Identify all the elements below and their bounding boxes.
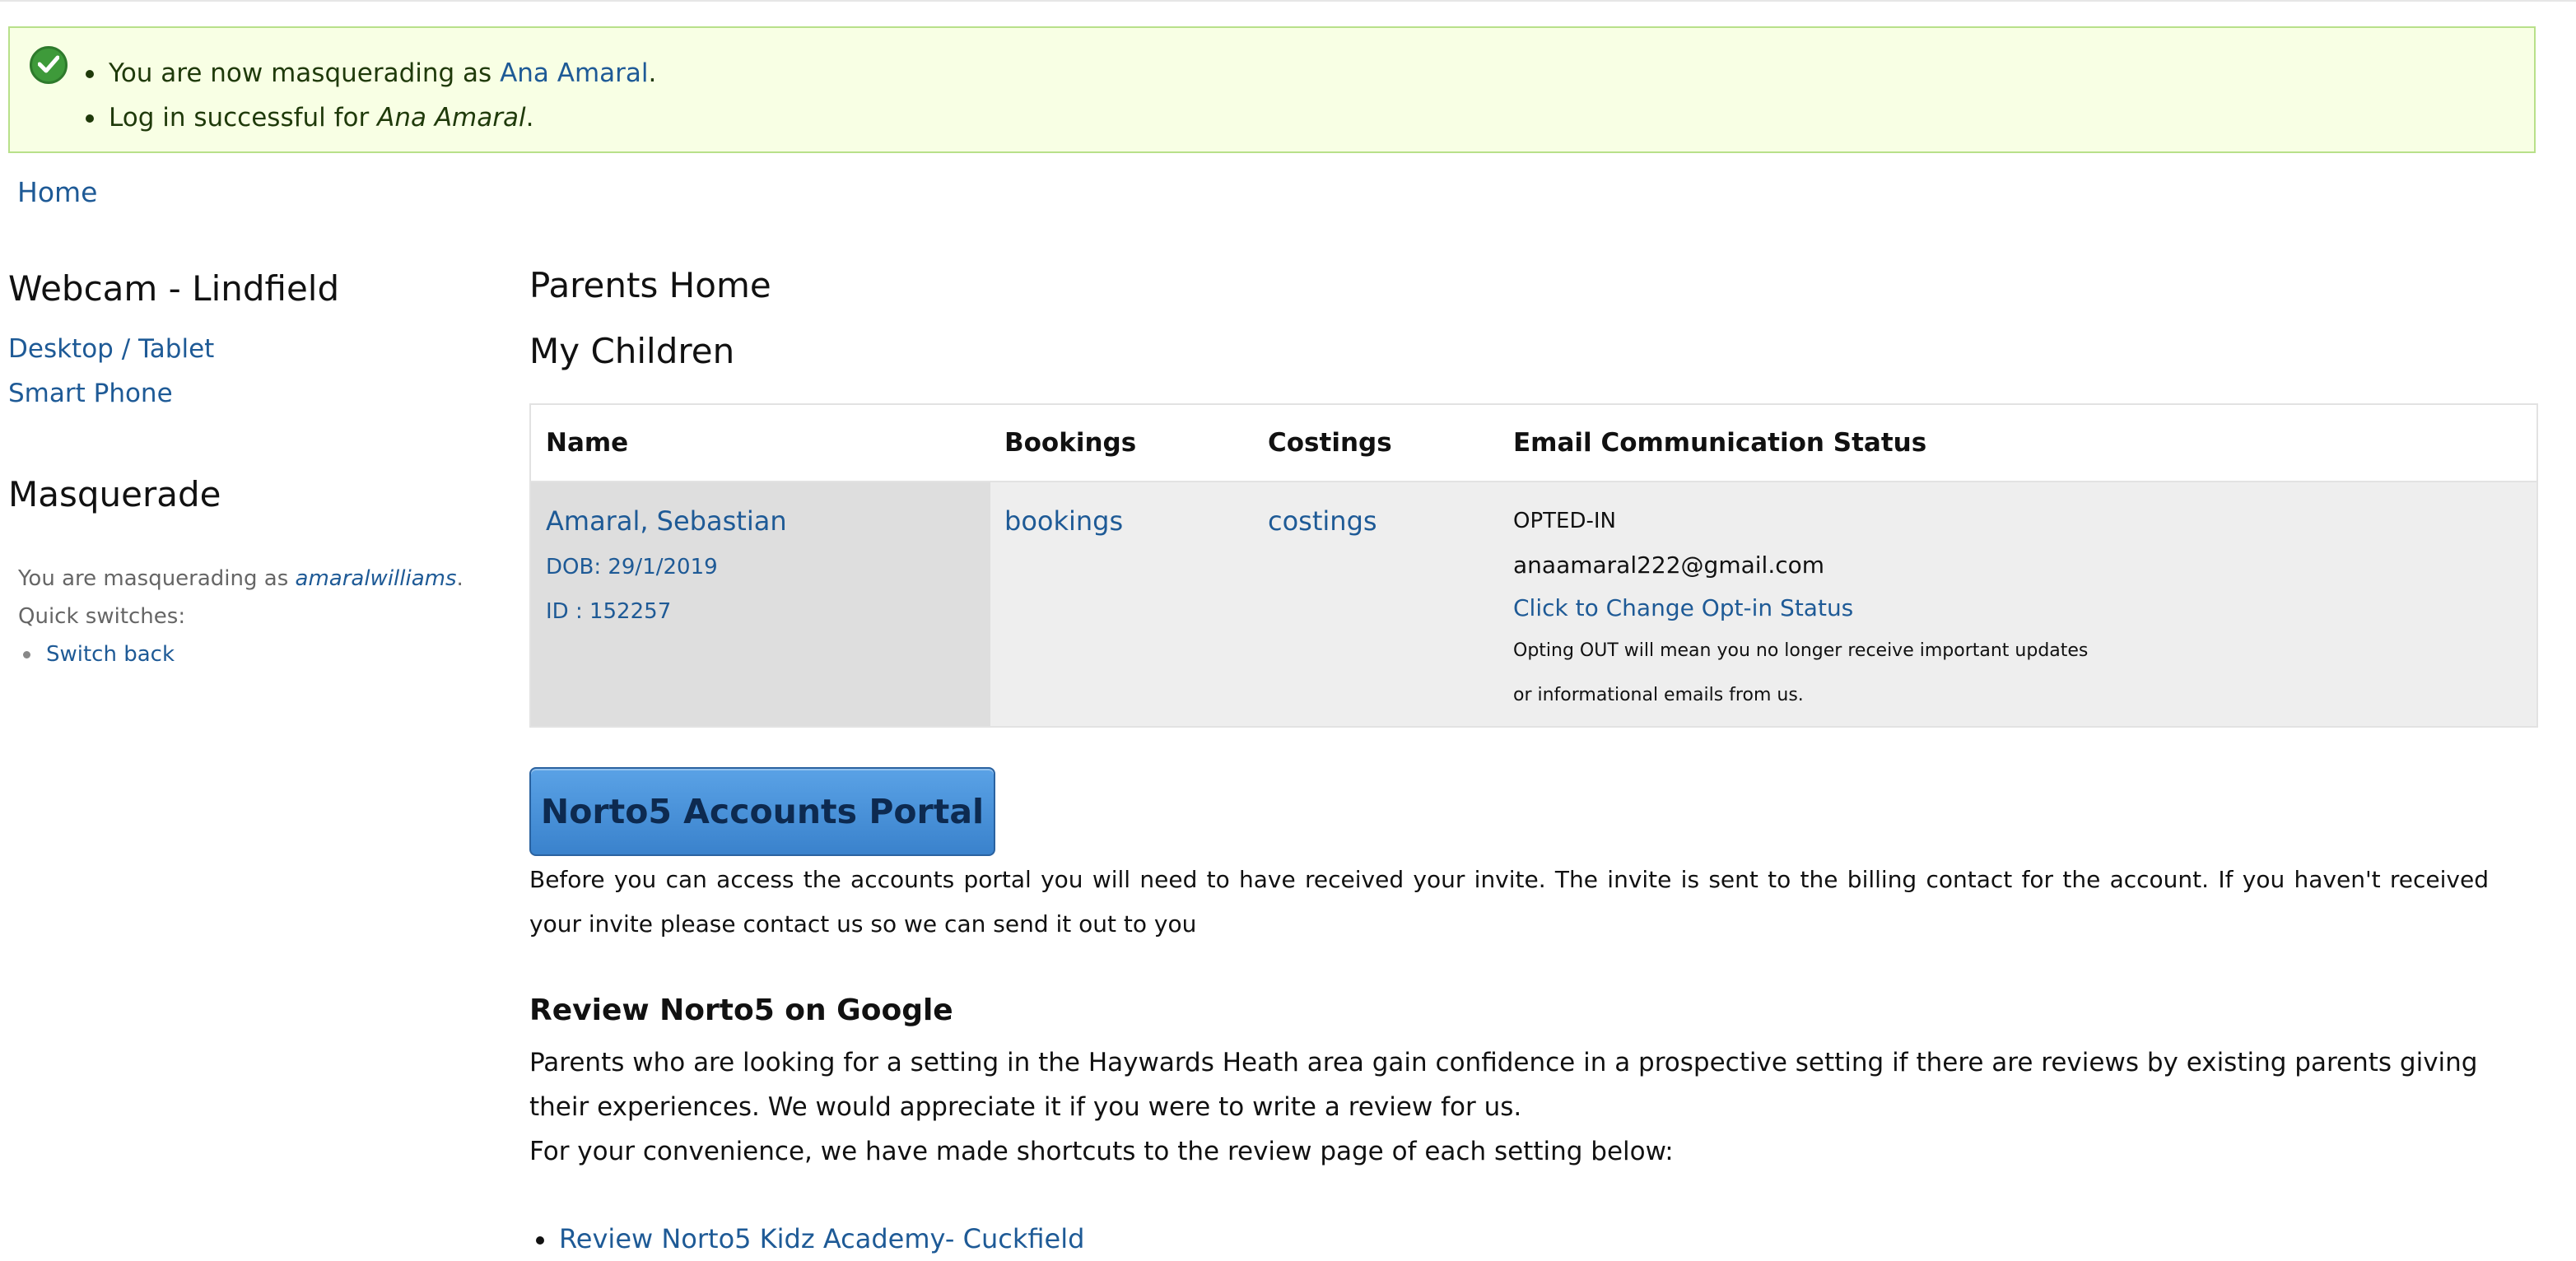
webcam-desktop-link[interactable]: Desktop / Tablet	[8, 334, 214, 364]
masquerade-message: You are now masquerading as Ana Amaral.	[85, 51, 656, 95]
table-row: Amaral, Sebastian DOB: 29/1/2019 ID : 15…	[531, 482, 2536, 726]
quick-switches-label: Quick switches:	[18, 604, 186, 629]
opt-in-status: OPTED-IN	[1513, 509, 1616, 533]
costings-link[interactable]: costings	[1268, 505, 1377, 537]
review-cuckfield-link[interactable]: Review Norto5 Kidz Academy- Cuckfield	[559, 1223, 1084, 1254]
page-title: Parents Home	[529, 265, 771, 305]
portal-info-text: Before you can access the accounts porta…	[529, 866, 2489, 938]
masquerade-account-link[interactable]: amaralwilliams	[296, 566, 457, 591]
webcam-title: Webcam - Lindfield	[8, 268, 340, 309]
header-email-status: Email Communication Status	[1513, 428, 1927, 458]
masquerade-status: You are masquerading as amaralwilliams.	[18, 566, 463, 591]
opt-out-note-line2: or informational emails from us.	[1513, 685, 1804, 705]
review-title: Review Norto5 on Google	[529, 993, 953, 1027]
login-message: Log in successful for Ana Amaral.	[85, 95, 656, 140]
masquerade-block: You are masquerading as amaralwilliams. …	[18, 560, 463, 673]
switch-back-link[interactable]: Switch back	[46, 642, 175, 667]
header-name: Name	[546, 428, 629, 458]
review-shortcuts-text: For your convenience, we have made short…	[529, 1137, 1674, 1166]
quick-switch-list: Switch back	[18, 635, 463, 673]
review-links-list: Review Norto5 Kidz Academy- Cuckfield	[529, 1217, 1084, 1261]
accounts-portal-button[interactable]: Norto5 Accounts Portal	[529, 767, 995, 856]
quick-switch-item: Switch back	[18, 635, 463, 673]
bookings-link[interactable]: bookings	[1004, 505, 1123, 537]
list-item: Review Norto5 Kidz Academy- Cuckfield	[529, 1217, 1084, 1261]
header-costings: Costings	[1268, 428, 1392, 458]
children-section-title: My Children	[529, 331, 735, 371]
child-dob: DOB: 29/1/2019	[546, 555, 718, 579]
masquerade-title: Masquerade	[8, 474, 221, 514]
webcam-phone-link[interactable]: Smart Phone	[8, 379, 173, 408]
child-name-link[interactable]: Amaral, Sebastian	[546, 505, 787, 537]
table-header-row: Name Bookings Costings Email Communicati…	[531, 405, 2536, 482]
change-opt-in-link[interactable]: Click to Change Opt-in Status	[1513, 594, 1853, 621]
children-table: Name Bookings Costings Email Communicati…	[529, 403, 2538, 728]
login-user-name: Ana Amaral	[377, 103, 526, 133]
contact-email: anaamaral222@gmail.com	[1513, 551, 1825, 579]
status-message-box: You are now masquerading as Ana Amaral. …	[8, 26, 2536, 153]
masquerade-user-link[interactable]: Ana Amaral	[500, 58, 648, 88]
check-circle-icon	[30, 46, 68, 84]
opt-out-note-line1: Opting OUT will mean you no longer recei…	[1513, 640, 2089, 661]
child-id: ID : 152257	[546, 599, 672, 624]
review-text: Parents who are looking for a setting in…	[529, 1048, 2478, 1122]
breadcrumb-home-link[interactable]: Home	[17, 176, 97, 208]
status-messages: You are now masquerading as Ana Amaral. …	[85, 51, 656, 140]
header-bookings: Bookings	[1004, 428, 1137, 458]
top-divider	[0, 0, 2576, 2]
